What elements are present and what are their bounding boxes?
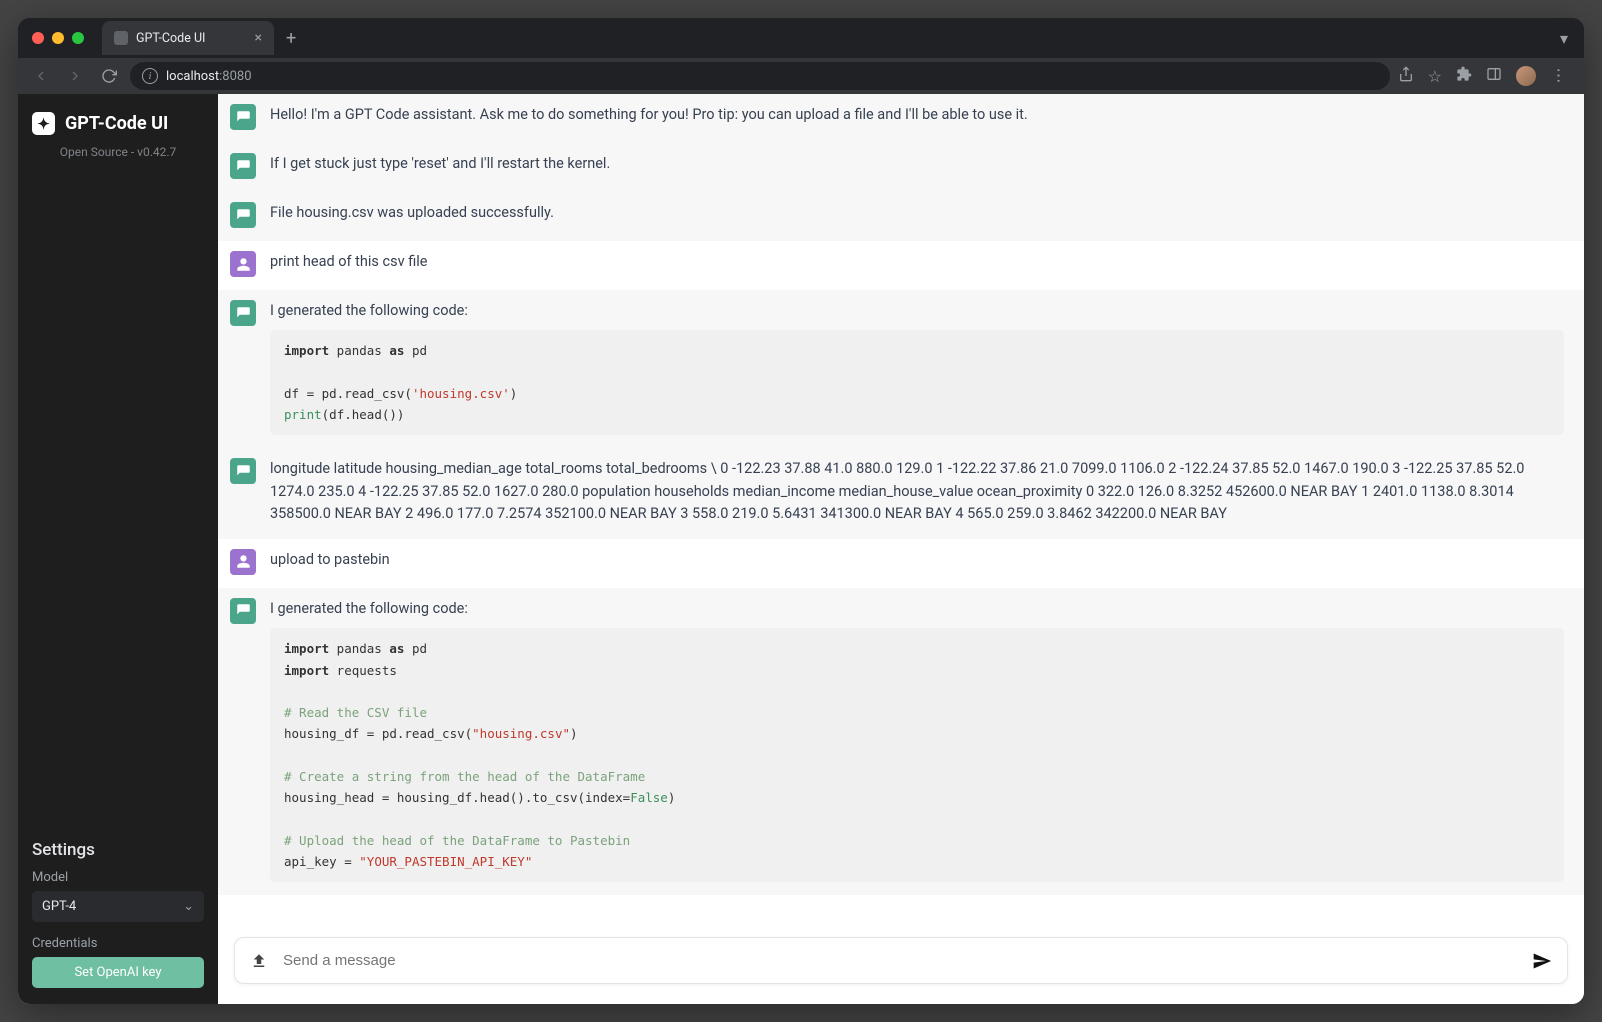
profile-avatar[interactable] [1516,66,1536,86]
tabstrip-menu-icon[interactable]: ▾ [1560,29,1584,48]
share-icon[interactable] [1398,66,1414,86]
message-text: I generated the following code: [270,302,468,319]
message-text: If I get stuck just type 'reset' and I'l… [270,153,1564,179]
bot-avatar-icon [230,300,256,326]
set-openai-key-button[interactable]: Set OpenAI key [32,957,204,988]
forward-button[interactable] [62,63,88,89]
maximize-window-button[interactable] [72,32,84,44]
upload-button[interactable] [245,947,273,975]
model-value: GPT-4 [42,899,76,914]
message-text: Hello! I'm a GPT Code assistant. Ask me … [270,104,1564,130]
app-title: GPT-Code UI [65,113,168,134]
app-logo-icon: ✦ [32,112,55,135]
message-content: I generated the following code: import p… [270,598,1564,882]
bot-avatar-icon [230,458,256,484]
url-port: :8080 [219,69,251,84]
brand: ✦ GPT-Code UI [18,94,218,141]
message-bot: File housing.csv was uploaded successful… [218,192,1584,241]
browser-menu-icon[interactable]: ⋯ [1550,67,1569,85]
browser-toolbar: i localhost:8080 ☆ ⋯ [18,58,1584,94]
tab-favicon [114,31,128,45]
code-block: import pandas as pd df = pd.read_csv('ho… [270,330,1564,435]
message-bot: I generated the following code: import p… [218,588,1584,895]
send-button[interactable] [1527,946,1557,976]
bot-avatar-icon [230,153,256,179]
bot-avatar-icon [230,598,256,624]
message-bot: If I get stuck just type 'reset' and I'l… [218,143,1584,192]
message-bot: I generated the following code: import p… [218,290,1584,448]
app-subtitle: Open Source - v0.42.7 [18,145,218,159]
model-label: Model [32,870,204,885]
message-bot: longitude latitude housing_median_age to… [218,448,1584,538]
window-controls [18,32,84,44]
message-text: longitude latitude housing_median_age to… [270,458,1564,525]
extensions-icon[interactable] [1456,66,1472,86]
message-text: File housing.csv was uploaded successful… [270,202,1564,228]
browser-tab[interactable]: GPT-Code UI × [102,21,274,55]
chat-scroll[interactable]: Hello! I'm a GPT Code assistant. Ask me … [218,94,1584,925]
sidebar: ✦ GPT-Code UI Open Source - v0.42.7 Sett… [18,94,218,1004]
address-bar[interactable]: i localhost:8080 [130,62,1390,90]
composer [218,925,1584,1004]
code-block: import pandas as pd import requests # Re… [270,628,1564,882]
user-avatar-icon [230,251,256,277]
message-user: print head of this csv file [218,241,1584,290]
tab-close-icon[interactable]: × [255,30,262,46]
message-text: print head of this csv file [270,251,1564,277]
url-host: localhost [166,69,219,84]
back-button[interactable] [28,63,54,89]
message-text: I generated the following code: [270,600,468,617]
minimize-window-button[interactable] [52,32,64,44]
bookmark-icon[interactable]: ☆ [1428,67,1442,86]
message-text: upload to pastebin [270,549,1564,575]
model-select[interactable]: GPT-4 ⌄ [32,891,204,922]
message-user: upload to pastebin [218,539,1584,588]
message-bot: Hello! I'm a GPT Code assistant. Ask me … [218,94,1584,143]
sidepanel-icon[interactable] [1486,66,1502,86]
site-info-icon[interactable]: i [142,68,158,84]
settings-header: Settings [32,840,204,860]
credentials-label: Credentials [32,936,204,951]
titlebar: GPT-Code UI × + ▾ [18,18,1584,58]
user-avatar-icon [230,549,256,575]
chat-main: Hello! I'm a GPT Code assistant. Ask me … [218,94,1584,1004]
message-input[interactable] [273,944,1527,977]
bot-avatar-icon [230,104,256,130]
new-tab-button[interactable]: + [286,28,296,49]
reload-button[interactable] [96,63,122,89]
close-window-button[interactable] [32,32,44,44]
message-content: I generated the following code: import p… [270,300,1564,435]
tab-title: GPT-Code UI [136,31,205,46]
chevron-down-icon: ⌄ [183,899,194,914]
bot-avatar-icon [230,202,256,228]
